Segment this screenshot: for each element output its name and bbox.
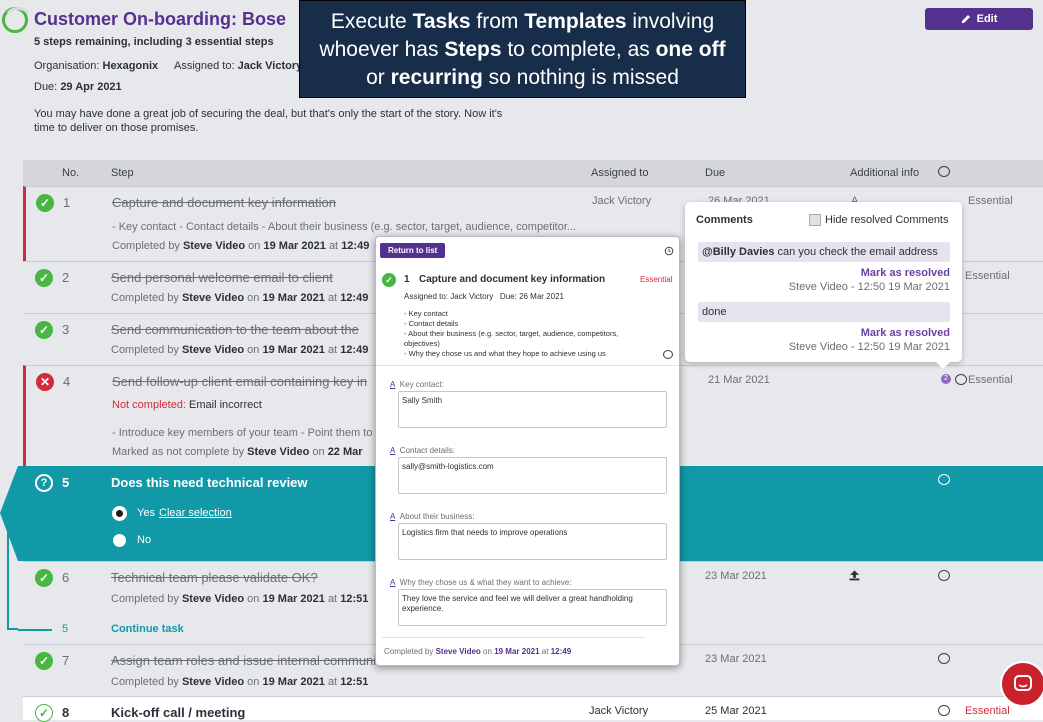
hide-resolved-checkbox[interactable]	[809, 214, 821, 226]
completed-line: Completed by Steve Video on 19 Mar 2021 …	[111, 593, 369, 605]
page-title: Customer On-boarding: Bose	[34, 9, 287, 29]
cross-icon[interactable]: ✕	[36, 373, 54, 391]
about-business-field[interactable]: Logistics firm that needs to improve ope…	[398, 523, 667, 560]
comment-icon[interactable]	[938, 474, 950, 485]
marked-line: Marked as not complete by Steve Video on…	[112, 446, 363, 458]
branch-connector-line	[18, 629, 52, 631]
completed-line: Completed by Steve Video on 19 Mar 2021 …	[112, 240, 370, 252]
comment-bubble: @Billy Davies can you check the email ad…	[698, 242, 950, 262]
check-icon[interactable]: ✓	[35, 321, 53, 339]
text-field-icon: A	[390, 512, 396, 521]
check-icon[interactable]: ✓	[36, 194, 54, 212]
check-icon[interactable]: ✓	[35, 652, 53, 670]
history-icon[interactable]	[664, 246, 674, 256]
edit-button[interactable]: Edit	[925, 8, 1033, 30]
check-icon[interactable]: ✓	[35, 569, 53, 587]
key-contact-field[interactable]: Sally Smith	[398, 391, 667, 428]
mark-resolved-link[interactable]: Mark as resolved	[861, 327, 950, 339]
radio-no[interactable]	[113, 534, 126, 547]
mark-resolved-link[interactable]: Mark as resolved	[861, 267, 950, 279]
step-detail-modal: Return to list ✓ 1 Capture and document …	[375, 236, 680, 666]
question-icon: ?	[35, 474, 53, 492]
completed-line: Completed by Steve Video on 19 Mar 2021 …	[111, 344, 369, 356]
text-field-icon: A	[390, 446, 396, 455]
due-meta: Due: 29 Apr 2021	[34, 81, 122, 93]
text-field-icon: A	[390, 578, 396, 587]
branch-connector	[7, 515, 18, 630]
modal-completed-line: Completed by Steve Video on 19 Mar 2021 …	[384, 647, 572, 656]
marketing-banner: Execute Tasks from Templates involving w…	[299, 0, 746, 98]
chat-button[interactable]	[1000, 661, 1043, 707]
radio-yes[interactable]	[113, 507, 126, 520]
task-description: You may have done a great job of securin…	[34, 108, 503, 134]
continue-task-link[interactable]: Continue task	[111, 623, 184, 635]
assigned-meta: Assigned to: Jack Victory	[174, 60, 303, 72]
table-header: No. Step Assigned to Due Additional info	[23, 160, 1043, 186]
essential-badge: Essential	[968, 374, 1013, 386]
popover-arrow	[935, 361, 951, 369]
check-icon[interactable]: ✓	[382, 273, 396, 287]
progress-ring-icon	[2, 7, 34, 33]
completed-line: Completed by Steve Video on 19 Mar 2021 …	[111, 676, 369, 688]
essential-badge: Essential	[965, 270, 1010, 282]
comment-icon[interactable]	[938, 570, 950, 581]
comments-popover: Comments Hide resolved Comments @Billy D…	[685, 202, 962, 369]
upload-icon[interactable]	[849, 570, 860, 581]
comment-icon[interactable]	[663, 350, 673, 359]
why-chose-us-field[interactable]: They love the service and feel we will d…	[398, 589, 667, 626]
clear-selection-link[interactable]: Clear selection	[159, 507, 232, 519]
comment-icon[interactable]	[938, 705, 950, 716]
pencil-icon	[961, 15, 970, 23]
modal-meta: Assigned to: Jack Victory Due: 26 Mar 20…	[404, 292, 564, 301]
steps-remaining: 5 steps remaining, including 3 essential…	[34, 36, 274, 48]
organisation-meta: Organisation: Hexagonix	[34, 60, 159, 72]
comment-icon[interactable]	[938, 653, 950, 664]
return-to-list-button[interactable]: Return to list	[380, 243, 446, 258]
check-outline-icon[interactable]: ✓	[35, 704, 53, 722]
divider	[376, 365, 679, 366]
comment-count-badge: 2	[941, 374, 951, 384]
essential-badge: Essential	[968, 195, 1013, 207]
essential-badge: Essential	[965, 705, 1010, 717]
comment-icon[interactable]	[955, 374, 967, 385]
text-field-icon: A	[390, 380, 396, 389]
not-completed-line: Not completed: Email incorrect	[112, 399, 262, 411]
comment-bubble: done	[698, 302, 950, 322]
table-row[interactable]: ✓ 8 Kick-off call / meeting Jack Victory…	[23, 696, 1043, 722]
check-icon[interactable]: ✓	[35, 269, 53, 287]
comment-icon[interactable]	[938, 166, 950, 177]
chat-icon	[1014, 675, 1032, 691]
contact-details-field[interactable]: sally@smith-logistics.com	[398, 457, 667, 494]
completed-line: Completed by Steve Video on 19 Mar 2021 …	[111, 292, 369, 304]
divider	[382, 637, 645, 638]
step-bullets: - Key contact - Contact details - About …	[404, 309, 619, 358]
